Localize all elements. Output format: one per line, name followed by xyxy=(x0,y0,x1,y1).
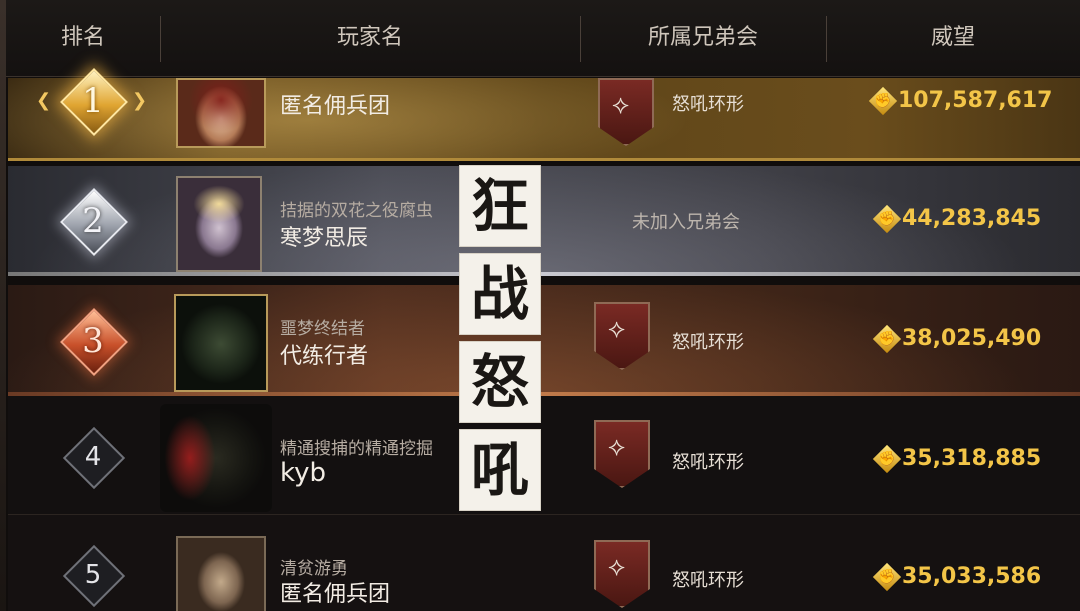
header-rank: 排名 xyxy=(60,25,105,50)
header-clan: 所属兄弟会 xyxy=(647,25,758,50)
player-avatar[interactable] xyxy=(174,294,268,392)
rank-badge-gold: 1 xyxy=(60,68,128,136)
player-name: kyb xyxy=(280,458,327,488)
leaderboard-header: 排名 玩家名 所属兄弟会 威望 xyxy=(0,0,1080,77)
player-name: 匿名佣兵团 xyxy=(280,582,391,607)
rank-badge-silver: 2 xyxy=(60,188,128,256)
player-name: 代练行者 xyxy=(280,344,369,369)
clan-name[interactable]: 怒吼环形 xyxy=(672,448,744,474)
clan-shield-icon[interactable]: ⟡ xyxy=(590,418,650,490)
player-avatar[interactable] xyxy=(176,536,266,611)
calligraphy-tile: 战 xyxy=(459,253,541,335)
prestige-value: 107,587,617 xyxy=(898,88,1053,113)
calligraphy-tile: 吼 xyxy=(459,429,541,511)
rank-badge: 5 xyxy=(60,542,126,608)
clan-shield-icon[interactable]: ⟡ xyxy=(594,76,654,148)
clan-shield-icon[interactable]: ⟡ xyxy=(590,300,650,372)
header-player-name: 玩家名 xyxy=(336,25,403,50)
prestige-value: 38,025,490 xyxy=(902,326,1042,351)
fist-icon: ✊ xyxy=(872,204,902,234)
leaderboard-panel: 排名 玩家名 所属兄弟会 威望 1 ❮ ❯ 2 3 4 5 匿名佣兵团 拮据的双… xyxy=(0,0,1080,611)
fist-icon: ✊ xyxy=(868,86,898,116)
player-avatar[interactable] xyxy=(176,176,262,272)
calligraphy-tile: 怒 xyxy=(459,341,541,423)
fist-icon: ✊ xyxy=(872,324,902,354)
clan-shield-icon[interactable]: ⟡ xyxy=(590,538,650,610)
player-name: 寒梦思辰 xyxy=(280,226,369,251)
clan-name: 未加入兄弟会 xyxy=(632,212,740,233)
header-prestige: 威望 xyxy=(930,25,975,50)
prestige-value: 35,033,586 xyxy=(902,564,1042,589)
clan-name[interactable]: 怒吼环形 xyxy=(672,90,744,116)
rank-badge: 4 xyxy=(60,424,126,490)
calligraphy-tile: 狂 xyxy=(459,165,541,247)
fist-icon: ✊ xyxy=(872,562,902,592)
leaderboard-row[interactable] xyxy=(8,515,1080,611)
wing-right-icon: ❯ xyxy=(132,90,148,111)
player-avatar[interactable] xyxy=(160,404,272,512)
player-name: 匿名佣兵团 xyxy=(280,94,391,119)
player-title: 精通搜捕的精通挖掘 xyxy=(280,439,433,459)
player-title: 拮据的双花之役腐虫 xyxy=(280,201,433,221)
player-title: 噩梦终结者 xyxy=(280,319,365,339)
prestige-value: 35,318,885 xyxy=(902,446,1042,471)
rank-badge-bronze: 3 xyxy=(60,308,128,376)
wing-left-icon: ❮ xyxy=(36,90,52,111)
fist-icon: ✊ xyxy=(872,444,902,474)
player-avatar[interactable] xyxy=(176,78,266,148)
prestige-value: 44,283,845 xyxy=(902,206,1042,231)
clan-name[interactable]: 怒吼环形 xyxy=(672,328,744,354)
clan-name[interactable]: 怒吼环形 xyxy=(672,566,744,592)
